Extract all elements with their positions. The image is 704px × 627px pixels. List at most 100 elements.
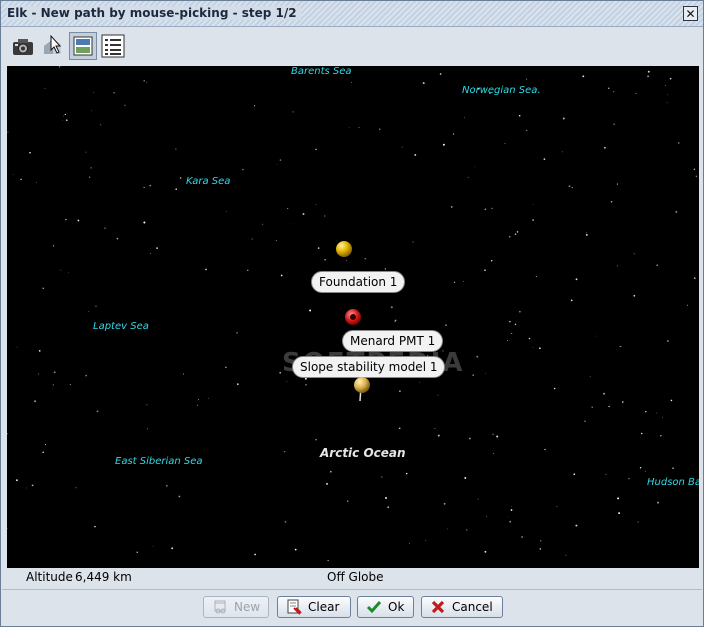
star xyxy=(568,185,571,188)
star xyxy=(635,92,637,95)
list-button[interactable] xyxy=(99,32,127,60)
star xyxy=(60,269,62,271)
star xyxy=(521,536,523,538)
star xyxy=(667,93,669,95)
star xyxy=(346,500,349,502)
ok-button[interactable]: Ok xyxy=(357,596,414,618)
star xyxy=(196,404,199,406)
star xyxy=(434,427,436,429)
star xyxy=(280,274,283,277)
star xyxy=(390,306,393,309)
star xyxy=(573,473,576,476)
sea-label-laptev: Laptev Sea xyxy=(93,321,149,332)
star xyxy=(364,258,366,260)
star xyxy=(544,448,546,451)
star xyxy=(565,554,567,556)
star xyxy=(622,401,624,403)
placemark-label-foundation[interactable]: Foundation 1 xyxy=(311,271,406,293)
star xyxy=(65,218,67,221)
star xyxy=(504,143,506,144)
cancel-x-icon xyxy=(430,599,446,615)
star xyxy=(38,350,41,352)
star xyxy=(91,110,92,112)
placemark-label-slope[interactable]: Slope stability model 1 xyxy=(292,356,446,378)
star xyxy=(640,432,643,435)
star xyxy=(7,131,9,133)
star xyxy=(474,166,476,168)
star xyxy=(44,87,46,89)
star xyxy=(31,484,34,487)
star xyxy=(437,394,439,396)
layers-button[interactable] xyxy=(69,32,97,60)
star xyxy=(384,268,387,270)
star xyxy=(656,264,658,266)
star xyxy=(466,529,468,531)
star xyxy=(116,237,119,240)
star xyxy=(405,472,408,475)
star xyxy=(37,373,39,375)
star xyxy=(510,509,513,511)
layers-panel-icon xyxy=(73,36,93,56)
star xyxy=(618,512,621,515)
star xyxy=(394,319,397,322)
star xyxy=(292,111,294,113)
window-title: Elk - New path by mouse-picking - step 1… xyxy=(7,6,301,20)
sea-label-hudson: Hudson Ba xyxy=(647,477,699,488)
sea-label-east-siberian: East Siberian Sea xyxy=(115,456,203,467)
title-bar[interactable]: Elk - New path by mouse-picking - step 1… xyxy=(1,1,703,27)
close-button[interactable]: ✕ xyxy=(683,6,698,21)
sea-label-norwegian: Norwegian Sea. xyxy=(462,85,541,96)
globe-view[interactable]: Barents Sea Norwegian Sea. Kara Sea Lapt… xyxy=(7,66,699,568)
star xyxy=(77,219,80,222)
star xyxy=(637,521,639,523)
placemark-yellow-icon[interactable] xyxy=(335,240,353,258)
star xyxy=(647,75,650,78)
star xyxy=(275,239,277,241)
new-button[interactable]: New xyxy=(203,596,269,618)
star xyxy=(345,259,347,261)
star xyxy=(533,203,535,205)
placemark-red-icon[interactable] xyxy=(344,308,362,326)
star xyxy=(695,175,698,178)
star xyxy=(553,387,556,390)
star xyxy=(469,437,471,440)
star xyxy=(65,119,68,122)
star xyxy=(226,211,227,212)
star xyxy=(52,245,55,247)
list-icon xyxy=(101,34,125,58)
screenshot-button[interactable] xyxy=(9,32,37,60)
ok-button-label: Ok xyxy=(388,600,405,614)
altitude-label: Altitude xyxy=(26,570,73,584)
star xyxy=(617,265,618,267)
star xyxy=(52,384,54,386)
clear-button[interactable]: Clear xyxy=(277,596,351,618)
star xyxy=(507,339,509,341)
star xyxy=(35,181,37,183)
star xyxy=(660,435,662,437)
new-button-label: New xyxy=(234,600,261,614)
placemark-pin-icon[interactable] xyxy=(353,376,371,402)
star xyxy=(95,305,97,307)
star xyxy=(447,528,449,530)
cancel-button[interactable]: Cancel xyxy=(421,596,503,618)
star xyxy=(175,148,177,150)
star xyxy=(104,227,106,229)
star xyxy=(591,406,593,408)
placemark-label-menard[interactable]: Menard PMT 1 xyxy=(342,330,444,352)
star xyxy=(607,87,610,90)
star xyxy=(514,323,517,326)
star xyxy=(64,113,66,116)
star xyxy=(476,355,479,358)
star xyxy=(205,268,207,271)
checkmark-icon xyxy=(366,599,382,615)
star xyxy=(477,498,479,500)
star xyxy=(526,78,528,80)
star xyxy=(484,550,487,553)
star xyxy=(613,91,615,93)
star xyxy=(171,547,174,550)
star xyxy=(616,183,618,185)
star xyxy=(644,470,646,472)
star xyxy=(467,176,469,178)
star xyxy=(472,374,474,376)
pick-mode-button[interactable] xyxy=(39,32,67,60)
